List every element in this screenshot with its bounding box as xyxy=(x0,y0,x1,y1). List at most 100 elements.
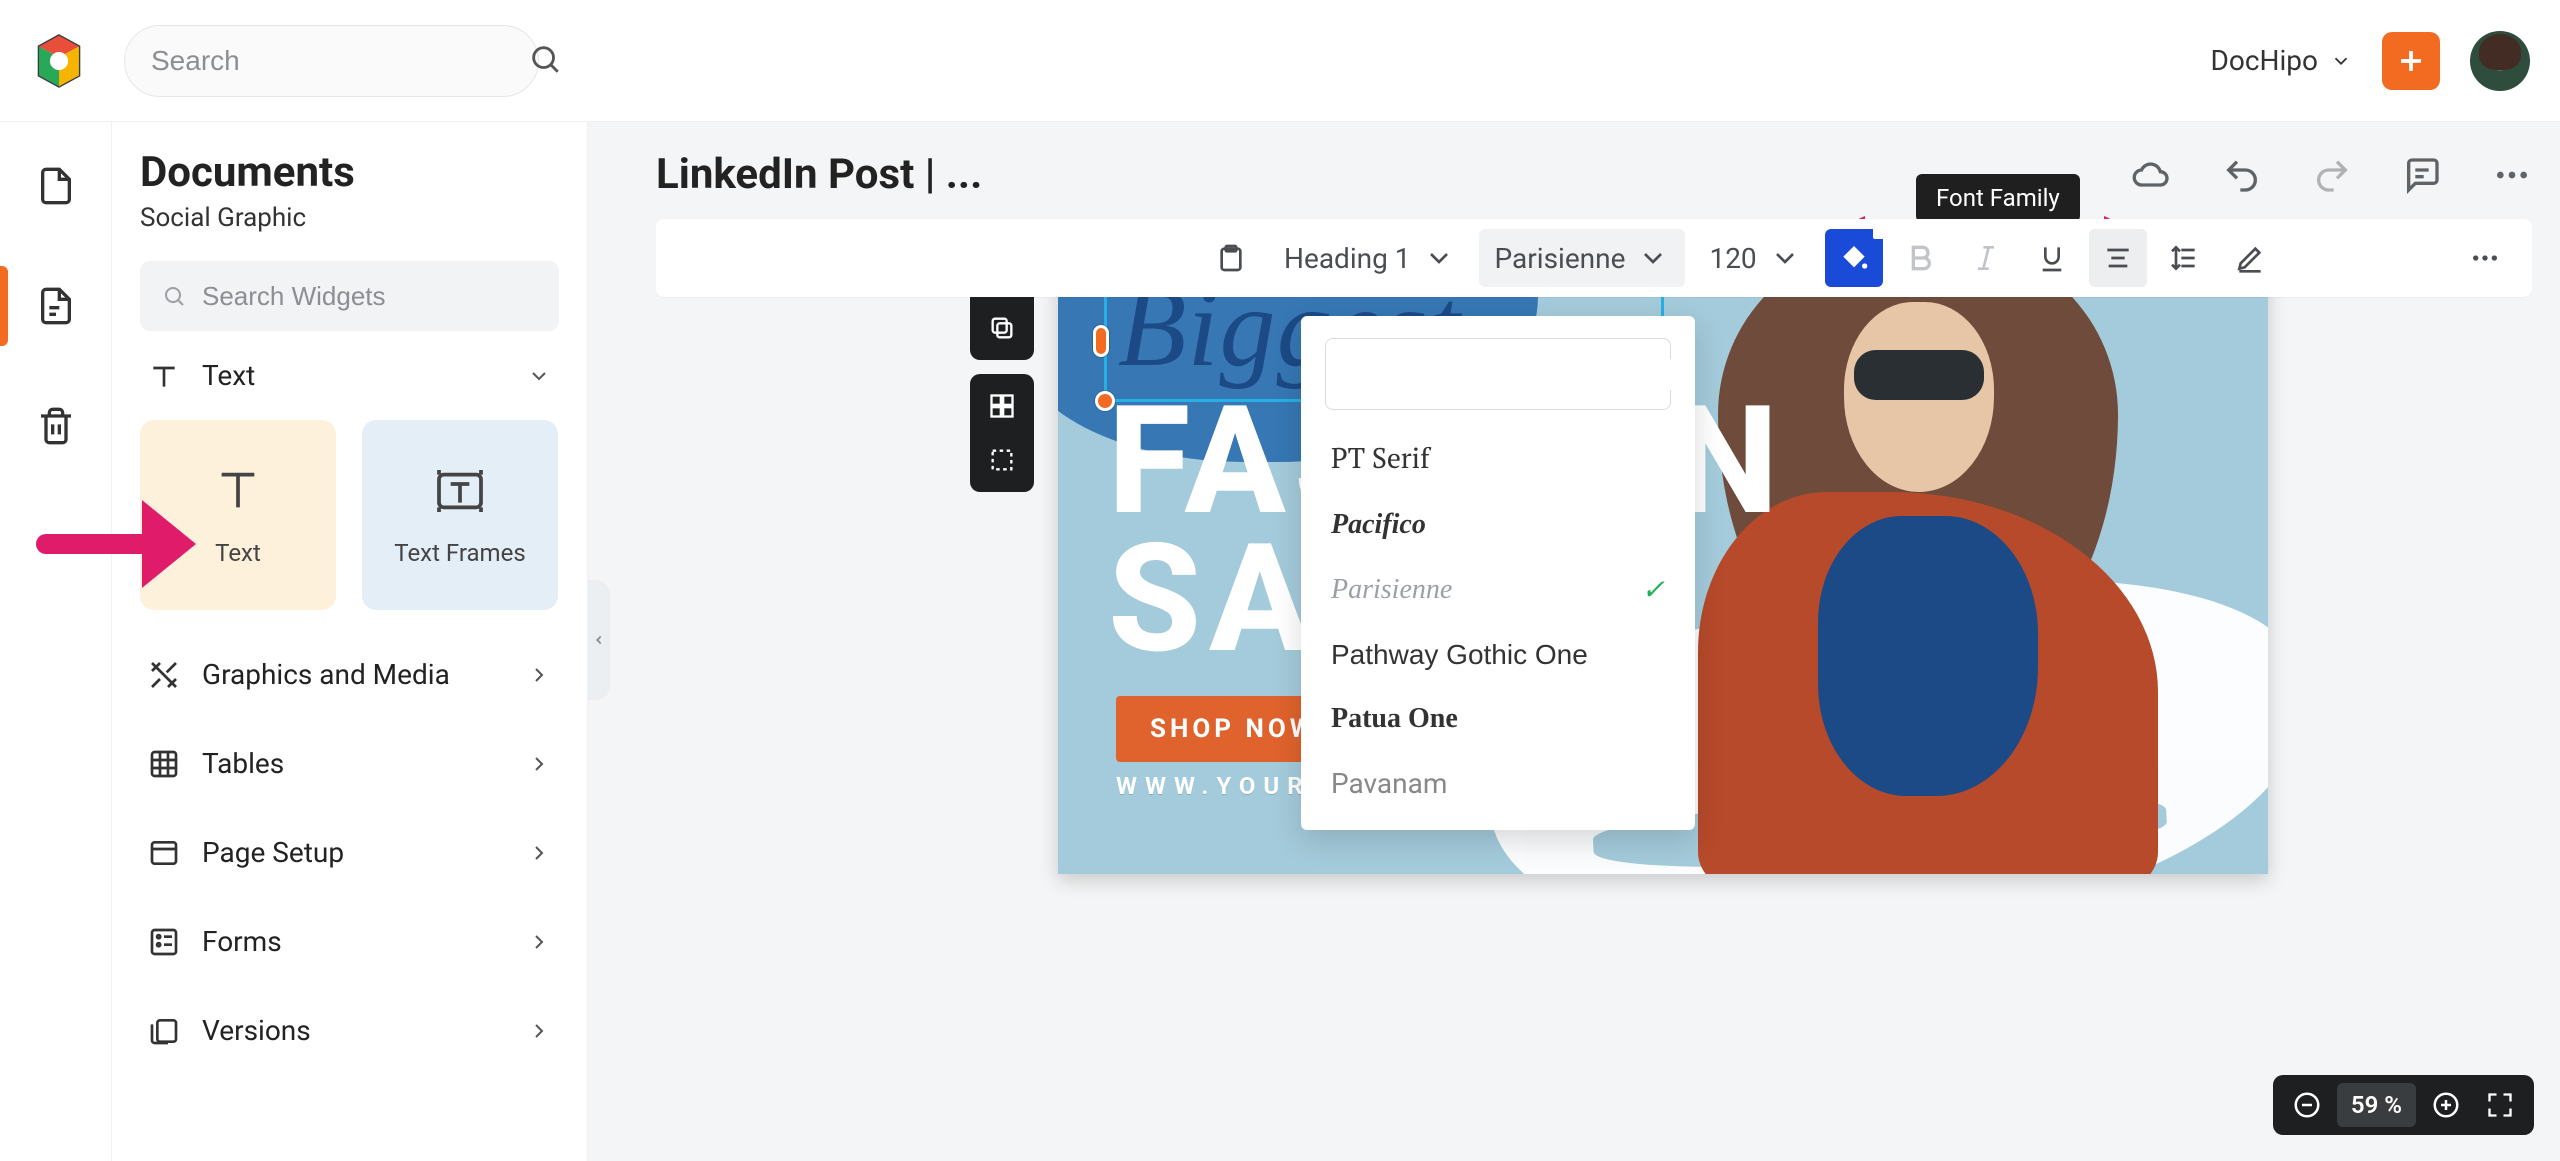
graphics-icon xyxy=(148,659,180,691)
forms-icon xyxy=(148,926,180,958)
more-button[interactable] xyxy=(2492,155,2532,195)
section-page-setup[interactable]: Page Setup xyxy=(140,808,559,897)
align-center-icon xyxy=(2102,242,2134,274)
font-size-select[interactable]: 120 xyxy=(1693,229,1816,287)
versions-icon xyxy=(148,1015,180,1047)
paint-bucket-icon xyxy=(1838,242,1870,274)
global-search[interactable] xyxy=(124,25,539,97)
section-text[interactable]: Text xyxy=(140,331,559,420)
annotation-tooltip: Font Family xyxy=(1916,174,2080,222)
search-input[interactable] xyxy=(151,45,512,77)
selection-icon xyxy=(988,446,1016,474)
chevron-right-icon xyxy=(527,930,551,954)
fullscreen-button[interactable] xyxy=(2476,1081,2524,1129)
bold-button[interactable] xyxy=(1891,229,1949,287)
search-icon[interactable] xyxy=(528,42,562,80)
chevron-right-icon xyxy=(527,1019,551,1043)
section-page-setup-label: Page Setup xyxy=(202,836,344,869)
widget-card-text-frames-label: Text Frames xyxy=(394,539,525,567)
italic-button[interactable] xyxy=(1957,229,2015,287)
section-tables[interactable]: Tables xyxy=(140,719,559,808)
duplicate-button[interactable] xyxy=(978,304,1026,352)
font-option-pt-serif[interactable]: PT Serif xyxy=(1325,424,1671,493)
clipboard-button[interactable] xyxy=(1202,229,1260,287)
font-search-input[interactable] xyxy=(1358,359,1693,390)
font-option-parisienne[interactable]: Parisienne✓ xyxy=(1325,557,1671,623)
chevron-down-icon xyxy=(2330,50,2352,72)
font-option-pathway[interactable]: Pathway Gothic One xyxy=(1325,623,1671,687)
widget-search-input[interactable] xyxy=(202,281,537,312)
highlighter-icon xyxy=(2234,242,2266,274)
line-spacing-icon xyxy=(2168,242,2200,274)
clipboard-icon xyxy=(1215,242,1247,274)
layout-grid-button[interactable] xyxy=(978,382,1026,430)
section-graphics-label: Graphics and Media xyxy=(202,658,450,691)
create-button[interactable] xyxy=(2382,32,2440,90)
font-size-label: 120 xyxy=(1709,242,1756,275)
comment-icon xyxy=(2402,155,2442,195)
text-toolbar: Heading 1 Parisienne 120 xyxy=(656,219,2532,297)
text-fill-button[interactable] xyxy=(1825,229,1883,287)
heading-select[interactable]: Heading 1 xyxy=(1268,229,1471,287)
section-text-label: Text xyxy=(202,359,255,392)
nav-rail xyxy=(0,122,112,1161)
resize-handle[interactable] xyxy=(1095,391,1115,411)
chevron-right-icon xyxy=(527,663,551,687)
rail-widgets[interactable] xyxy=(28,278,84,334)
grid-icon xyxy=(988,392,1016,420)
fullscreen-icon xyxy=(2486,1091,2514,1119)
section-graphics[interactable]: Graphics and Media xyxy=(140,630,559,719)
cloud-sync-button[interactable] xyxy=(2132,155,2172,195)
underline-icon xyxy=(2036,242,2068,274)
zoom-in-icon xyxy=(2431,1090,2461,1120)
text-stroke-button[interactable] xyxy=(2221,229,2279,287)
workspace-select[interactable]: DocHipo xyxy=(2211,44,2352,77)
zoom-controls: 59 % xyxy=(2273,1075,2534,1135)
widget-search[interactable] xyxy=(140,261,559,331)
zoom-in-button[interactable] xyxy=(2422,1081,2470,1129)
font-search[interactable] xyxy=(1325,338,1671,410)
zoom-out-icon xyxy=(2292,1090,2322,1120)
toolbar-more-button[interactable] xyxy=(2456,229,2514,287)
chevron-down-icon xyxy=(527,364,551,388)
undo-button[interactable] xyxy=(2222,155,2262,195)
document-icon xyxy=(36,166,76,206)
zoom-value[interactable]: 59 % xyxy=(2337,1083,2416,1127)
resize-handle[interactable] xyxy=(1093,325,1109,357)
font-family-label: Parisienne xyxy=(1495,242,1626,275)
widgets-panel: Documents Social Graphic Text Text Text … xyxy=(112,122,588,1161)
widget-card-text-frames[interactable]: Text Frames xyxy=(362,420,558,610)
line-spacing-button[interactable] xyxy=(2155,229,2213,287)
redo-button[interactable] xyxy=(2312,155,2352,195)
chevron-down-icon xyxy=(1637,242,1669,274)
font-option-patua[interactable]: Patua One xyxy=(1325,687,1671,751)
panel-subtitle: Social Graphic xyxy=(140,203,559,233)
resize-canvas-button[interactable] xyxy=(978,436,1026,484)
font-option-pacifico[interactable]: Pacifico xyxy=(1325,493,1671,557)
underline-button[interactable] xyxy=(2023,229,2081,287)
table-icon xyxy=(148,748,180,780)
copy-icon xyxy=(988,314,1016,342)
app-logo[interactable] xyxy=(30,32,88,90)
font-family-popover: PT Serif Pacifico Parisienne✓ Pathway Go… xyxy=(1301,316,1695,830)
chevron-down-icon xyxy=(1423,242,1455,274)
search-icon xyxy=(162,282,186,310)
section-forms[interactable]: Forms xyxy=(140,897,559,986)
user-avatar[interactable] xyxy=(2470,31,2530,91)
italic-icon xyxy=(1970,242,2002,274)
font-family-select[interactable]: Parisienne xyxy=(1479,229,1686,287)
page-icon xyxy=(36,286,76,326)
section-versions[interactable]: Versions xyxy=(140,986,559,1075)
rail-trash[interactable] xyxy=(28,398,84,454)
chevron-right-icon xyxy=(527,841,551,865)
font-option-pavanam[interactable]: Pavanam xyxy=(1325,751,1671,816)
cloud-icon xyxy=(2132,155,2172,195)
text-icon xyxy=(148,360,180,392)
rail-documents[interactable] xyxy=(28,158,84,214)
redo-icon xyxy=(2312,155,2352,195)
document-title[interactable]: LinkedIn Post | ... xyxy=(656,150,982,199)
chevron-down-icon xyxy=(1769,242,1801,274)
comments-button[interactable] xyxy=(2402,155,2442,195)
align-center-button[interactable] xyxy=(2089,229,2147,287)
zoom-out-button[interactable] xyxy=(2283,1081,2331,1129)
